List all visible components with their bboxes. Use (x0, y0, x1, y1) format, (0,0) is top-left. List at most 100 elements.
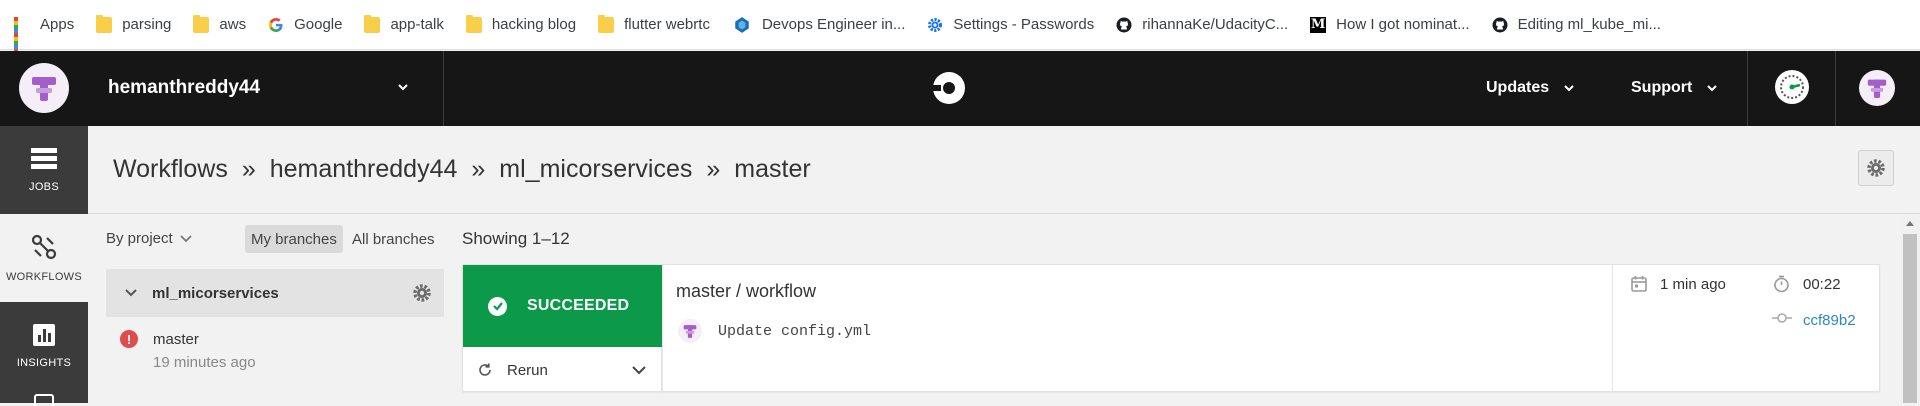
apps-grid-icon (14, 16, 30, 53)
bookmark-app-talk[interactable]: app-talk (364, 14, 444, 33)
scrollbar-thumb[interactable] (1903, 234, 1917, 403)
updates-menu[interactable]: Updates (1486, 79, 1575, 97)
user-avatar[interactable] (1859, 70, 1895, 106)
jobs-icon (31, 148, 57, 169)
org-avatar[interactable] (19, 63, 69, 113)
bookmark-github-udacity[interactable]: rihannaKe/UdacityC... (1116, 16, 1288, 33)
workflow-title[interactable]: master / workflow (676, 281, 816, 302)
bookmark-github-editing[interactable]: Editing ml_kube_mi... (1492, 16, 1661, 33)
top-nav: hemanthreddy44 Updates Support (0, 51, 1920, 126)
chevron-down-icon[interactable] (396, 80, 410, 94)
workflow-duration: 00:22 (1803, 276, 1841, 293)
bookmark-google[interactable]: Google (268, 16, 342, 33)
by-project-dropdown[interactable]: By project (106, 230, 193, 247)
scrollbar[interactable] (1900, 214, 1920, 403)
card-divider (662, 265, 663, 393)
workflow-time-ago: 1 min ago (1660, 276, 1726, 293)
project-name: ml_micorservices (152, 284, 279, 302)
bookmark-label: Devops Engineer in... (761, 16, 906, 33)
bookmark-label: rihannaKe/UdacityC... (1142, 16, 1289, 33)
sidebar-item-label: INSIGHTS (16, 357, 72, 369)
bookmark-apps[interactable]: Apps (14, 16, 75, 53)
bookmark-label: Apps (40, 16, 75, 33)
sidebar-item-insights[interactable]: INSIGHTS (0, 302, 88, 390)
devops-icon (735, 16, 749, 33)
header-divider (88, 213, 1920, 214)
gear-icon[interactable] (412, 283, 432, 303)
bookmark-label: aws (219, 16, 247, 33)
rerun-label: Rerun (507, 361, 548, 379)
support-menu[interactable]: Support (1631, 79, 1718, 97)
bookmark-label: How I got nominat... (1336, 16, 1470, 33)
my-branches-button[interactable]: My branches (245, 225, 343, 253)
workflows-icon (31, 234, 57, 260)
folder-icon (598, 14, 615, 33)
breadcrumb-workflows[interactable]: Workflows (113, 155, 228, 184)
breadcrumb-project[interactable]: ml_micorservices (499, 155, 692, 184)
sidebar-item-workflows[interactable]: WORKFLOWS (0, 214, 88, 302)
workflow-card[interactable]: SUCCEEDED Rerun master / workflow Update… (462, 264, 1880, 393)
medium-icon: M (1310, 16, 1327, 33)
commit-author-avatar (678, 319, 702, 343)
commit-message: Update config.yml (718, 323, 872, 340)
bookmark-parsing[interactable]: parsing (96, 14, 172, 33)
status-badge[interactable]: SUCCEEDED (463, 265, 662, 347)
nav-divider (1835, 51, 1836, 126)
breadcrumb-org[interactable]: hemanthreddy44 (270, 155, 458, 184)
bookmark-medium[interactable]: M How I got nominat... (1310, 16, 1470, 33)
gear-icon (928, 17, 943, 32)
bookmark-label: Google (294, 16, 343, 33)
sidebar-item-partial-icon[interactable] (34, 394, 54, 406)
breadcrumb-branch: master (734, 155, 811, 183)
chevron-down-icon (1564, 85, 1574, 92)
bookmark-label: Editing ml_kube_mi... (1517, 16, 1661, 33)
chevron-down-icon[interactable] (124, 288, 138, 298)
nav-divider (443, 51, 444, 126)
bookmark-hacking-blog[interactable]: hacking blog (465, 14, 576, 33)
bookmark-label: parsing (122, 16, 172, 33)
branch-name[interactable]: master (153, 331, 199, 348)
org-logo-icon (32, 77, 56, 101)
bookmark-settings-passwords[interactable]: Settings - Passwords (927, 16, 1094, 33)
breadcrumb-separator: » (241, 155, 256, 183)
updates-label: Updates (1486, 79, 1550, 96)
gear-icon (1867, 159, 1885, 177)
bookmark-devops[interactable]: Devops Engineer in... (732, 16, 905, 34)
chevron-down-icon (1707, 85, 1718, 92)
status-gauge-icon[interactable] (1775, 70, 1809, 104)
github-icon (1492, 17, 1508, 32)
branch-time: 19 minutes ago (153, 354, 256, 371)
showing-count: Showing 1–12 (462, 229, 570, 248)
chevron-down-icon[interactable] (631, 365, 647, 375)
github-icon (1116, 17, 1132, 32)
project-row[interactable]: ml_micorservices (106, 269, 444, 317)
card-divider (1612, 265, 1613, 393)
breadcrumb-separator: » (706, 155, 721, 183)
status-text: SUCCEEDED (527, 297, 630, 314)
commit-hash-link[interactable]: ccf89b2 (1803, 312, 1856, 329)
folder-icon (193, 14, 210, 33)
bookmark-label: Settings - Passwords (953, 16, 1095, 33)
bookmarks-bar: Apps parsing aws Google app-talk hacking… (0, 0, 1920, 53)
scroll-up-arrow-icon[interactable] (1905, 219, 1915, 227)
project-settings-button[interactable] (1858, 150, 1894, 186)
folder-icon (364, 14, 381, 33)
support-label: Support (1631, 79, 1693, 96)
by-project-label: By project (106, 230, 173, 247)
org-name[interactable]: hemanthreddy44 (108, 77, 260, 99)
all-branches-button[interactable]: All branches (346, 225, 441, 253)
bookmark-flutter-webrtc[interactable]: flutter webrtc (598, 14, 710, 33)
bookmark-label: app-talk (390, 16, 444, 33)
sidebar-item-jobs[interactable]: JOBS (0, 126, 88, 214)
stopwatch-icon (1774, 275, 1789, 293)
bookmark-aws[interactable]: aws (193, 14, 247, 33)
commit-icon (1772, 313, 1792, 323)
breadcrumb: Workflows » hemanthreddy44 » ml_micorser… (113, 155, 811, 184)
check-circle-icon (488, 296, 507, 316)
circleci-logo-icon[interactable] (931, 70, 967, 106)
breadcrumb-separator: » (471, 155, 486, 183)
chevron-down-icon (180, 234, 192, 242)
sidebar-item-label: WORKFLOWS (5, 271, 83, 283)
refresh-icon (479, 363, 491, 376)
rerun-button[interactable]: Rerun (463, 347, 662, 393)
